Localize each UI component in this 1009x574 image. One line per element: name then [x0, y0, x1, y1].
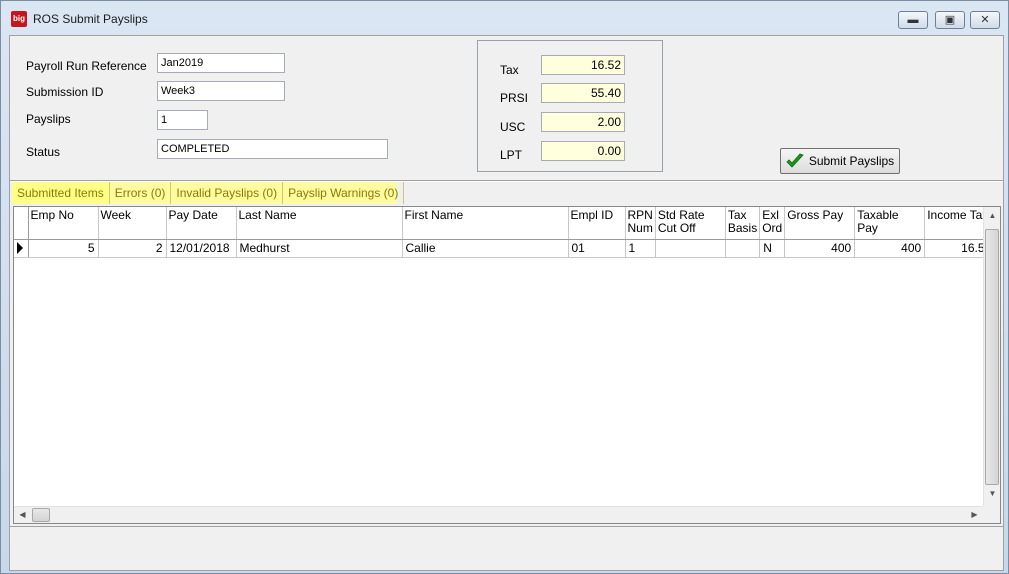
- table-cell[interactable]: 5: [28, 239, 99, 258]
- minimize-button[interactable]: ▬: [898, 11, 928, 29]
- table-cell[interactable]: 1: [625, 239, 656, 258]
- scroll-up-icon[interactable]: ▲: [984, 211, 1000, 220]
- lpt-amount-field[interactable]: 0.00: [541, 141, 625, 161]
- payslips-field[interactable]: 1: [157, 110, 208, 130]
- column-header[interactable]: Exl Ord: [759, 207, 786, 240]
- column-header[interactable]: Std Rate Cut Off: [655, 207, 726, 240]
- current-row-arrow-icon: [17, 241, 23, 254]
- horizontal-scrollbar[interactable]: ◀ ▶: [14, 506, 983, 523]
- status-label: Status: [26, 145, 61, 159]
- table-header-row: Emp No Week Pay Date Last Name First Nam…: [14, 207, 996, 240]
- column-header[interactable]: Gross Pay: [784, 207, 856, 240]
- title-bar[interactable]: big ROS Submit Payslips ▬ ▣ ✕: [1, 1, 1008, 35]
- column-header[interactable]: Empl ID: [568, 207, 626, 240]
- window-title: ROS Submit Payslips: [33, 12, 148, 26]
- vertical-scroll-thumb[interactable]: [985, 229, 999, 485]
- submission-id-field[interactable]: Week3: [157, 81, 285, 101]
- table-cell[interactable]: Callie: [402, 239, 569, 258]
- tab-submitted-items[interactable]: Submitted Items: [12, 182, 110, 204]
- table-cell[interactable]: 01: [568, 239, 626, 258]
- payroll-run-reference-label: Payroll Run Reference: [26, 59, 147, 73]
- prsi-label: PRSI: [500, 91, 529, 105]
- column-header[interactable]: Tax Basis: [725, 207, 761, 240]
- client-area: Payroll Run Reference Jan2019 Submission…: [9, 35, 1004, 571]
- table-row[interactable]: 5 2 12/01/2018 Medhurst Callie 01 1 N 40…: [14, 239, 996, 258]
- table-cell[interactable]: Medhurst: [236, 239, 403, 258]
- submit-payslips-label: Submit Payslips: [808, 154, 895, 168]
- table-cell[interactable]: [725, 239, 761, 258]
- check-icon: [786, 153, 804, 168]
- tab-errors[interactable]: Errors (0): [110, 182, 172, 204]
- row-selector-header: [14, 207, 29, 240]
- lpt-label: LPT: [500, 148, 523, 162]
- usc-amount-field[interactable]: 2.00: [541, 112, 625, 132]
- scroll-right-icon[interactable]: ▶: [966, 510, 983, 519]
- tab-invalid-payslips[interactable]: Invalid Payslips (0): [171, 182, 284, 204]
- column-header[interactable]: Pay Date: [166, 207, 237, 240]
- column-header[interactable]: First Name: [402, 207, 569, 240]
- column-header[interactable]: Emp No: [28, 207, 99, 240]
- tab-payslip-warnings[interactable]: Payslip Warnings (0): [283, 182, 405, 204]
- status-field[interactable]: COMPLETED: [157, 139, 388, 159]
- table-cell[interactable]: 12/01/2018: [166, 239, 237, 258]
- status-bar: [10, 526, 1003, 570]
- tax-amount-field[interactable]: 16.52: [541, 55, 625, 75]
- prsi-amount-field[interactable]: 55.40: [541, 83, 625, 103]
- usc-label: USC: [500, 120, 526, 134]
- row-selector[interactable]: [14, 239, 29, 258]
- table-cell[interactable]: 400: [854, 239, 926, 258]
- payslip-table: Emp No Week Pay Date Last Name First Nam…: [14, 207, 996, 258]
- table-cell[interactable]: 400: [784, 239, 856, 258]
- table-cell[interactable]: N: [759, 239, 786, 258]
- payslip-grid[interactable]: Emp No Week Pay Date Last Name First Nam…: [13, 206, 1001, 524]
- table-cell[interactable]: 2: [98, 239, 167, 258]
- payslips-label: Payslips: [26, 112, 71, 126]
- restore-button[interactable]: ▣: [935, 11, 965, 29]
- app-logo-icon: big: [11, 11, 27, 27]
- column-header[interactable]: Last Name: [236, 207, 403, 240]
- scroll-down-icon[interactable]: ▼: [984, 489, 1000, 498]
- payroll-run-reference-field[interactable]: Jan2019: [157, 53, 285, 73]
- submit-payslips-button[interactable]: Submit Payslips: [780, 148, 900, 174]
- table-cell[interactable]: [655, 239, 726, 258]
- scrollbar-corner: [983, 506, 1000, 523]
- scroll-left-icon[interactable]: ◀: [14, 510, 31, 519]
- tax-label: Tax: [500, 63, 519, 77]
- column-header[interactable]: Week: [98, 207, 167, 240]
- tab-strip: Submitted Items Errors (0) Invalid Paysl…: [12, 182, 405, 204]
- column-header[interactable]: Taxable Pay: [854, 207, 926, 240]
- vertical-scrollbar[interactable]: ▲ ▼: [983, 207, 1000, 507]
- app-window: big ROS Submit Payslips ▬ ▣ ✕ Payroll Ru…: [0, 0, 1009, 574]
- horizontal-scroll-thumb[interactable]: [32, 508, 50, 522]
- column-header[interactable]: RPN Num: [625, 207, 656, 240]
- totals-group: Tax 16.52 PRSI 55.40 USC 2.00 LPT 0.00: [477, 40, 663, 172]
- close-button[interactable]: ✕: [970, 11, 1000, 29]
- submission-id-label: Submission ID: [26, 85, 104, 99]
